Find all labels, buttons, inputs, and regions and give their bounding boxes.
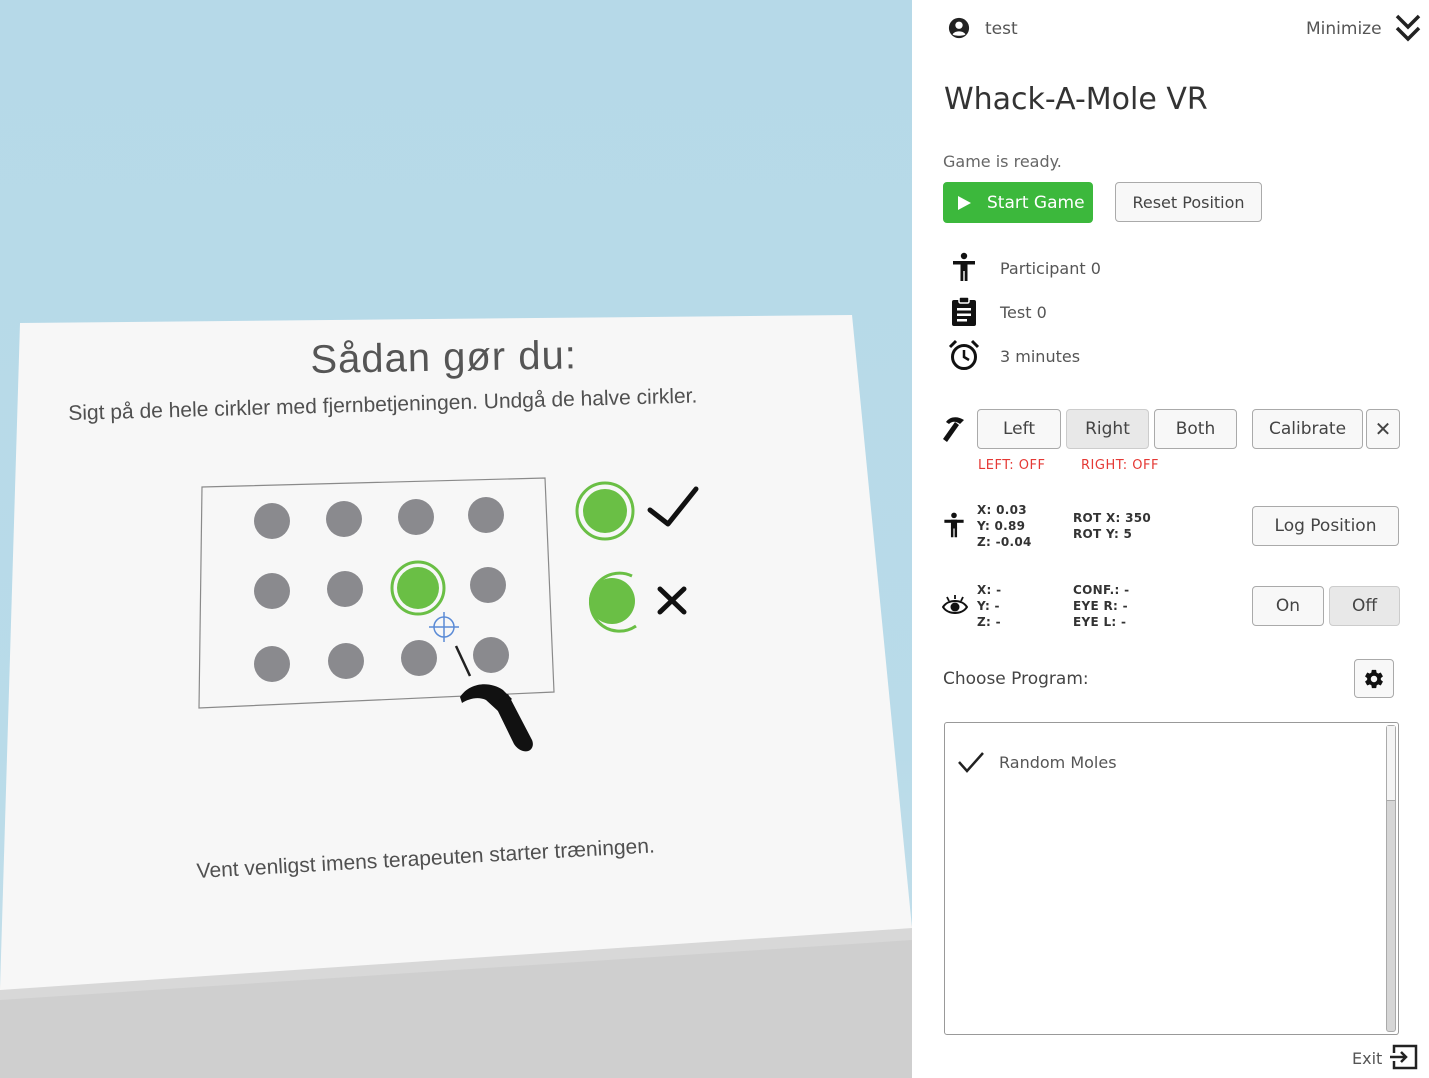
head-x: X: 0.03 — [977, 503, 1027, 517]
gray-mole — [470, 567, 506, 603]
gray-mole — [468, 497, 504, 533]
eye-x: X: - — [977, 583, 1002, 597]
eye-icon — [942, 595, 968, 614]
control-panel: test Minimize Whack-A-Mole VR Game is re… — [912, 0, 1429, 1078]
exit-icon[interactable] — [1388, 1044, 1418, 1070]
play-icon — [958, 195, 971, 210]
person-icon — [953, 252, 975, 281]
active-mole — [397, 567, 439, 609]
eye-confidence-values: CONF.: - EYE R: - EYE L: - — [1073, 582, 1129, 630]
hammer-icon — [943, 417, 964, 442]
eye-right: EYE R: - — [1073, 599, 1128, 613]
board-title: Sådan gør du: — [310, 333, 578, 382]
gray-mole — [401, 640, 437, 676]
app-title: Whack-A-Mole VR — [944, 82, 1208, 117]
head-rot-y: ROT Y: 5 — [1073, 527, 1133, 541]
duration-label: 3 minutes — [1000, 347, 1081, 366]
vr-scene-view: Sådan gør du: Sigt på de hele cirkler me… — [0, 0, 912, 1078]
calibrate-button[interactable]: Calibrate — [1252, 409, 1363, 449]
reset-position-button[interactable]: Reset Position — [1115, 182, 1262, 222]
eye-conf: CONF.: - — [1073, 583, 1130, 597]
gray-mole — [326, 501, 362, 537]
right-controller-status: RIGHT: OFF — [1081, 458, 1159, 473]
participant-label: Participant 0 — [1000, 259, 1101, 278]
program-item-label: Random Moles — [999, 752, 1117, 772]
account-circle-icon — [948, 17, 970, 39]
program-list-item[interactable]: Random Moles — [957, 747, 1377, 777]
close-icon[interactable]: ✕ — [1366, 409, 1400, 449]
exit-label[interactable]: Exit — [1352, 1049, 1382, 1068]
user-name: test — [985, 19, 1018, 39]
head-rot-x: ROT X: 350 — [1073, 511, 1152, 525]
log-position-button[interactable]: Log Position — [1252, 506, 1399, 546]
start-game-label: Start Game — [987, 192, 1085, 213]
person-position-icon — [944, 512, 964, 538]
head-rotation-values: ROT X: 350 ROT Y: 5 — [1073, 510, 1151, 542]
gray-mole — [327, 571, 363, 607]
controller-right-button[interactable]: Right — [1066, 409, 1149, 449]
eye-left: EYE L: - — [1073, 615, 1127, 629]
head-z: Z: -0.04 — [977, 535, 1032, 549]
instruction-board — [0, 315, 912, 990]
alarm-clock-icon — [948, 339, 980, 370]
check-icon — [958, 752, 984, 773]
program-list-scrollbar[interactable] — [1386, 725, 1396, 1032]
head-y: Y: 0.89 — [977, 519, 1026, 533]
gray-mole — [254, 646, 290, 682]
gray-mole — [254, 503, 290, 539]
test-label: Test 0 — [1000, 303, 1047, 322]
head-position-values: X: 0.03 Y: 0.89 Z: -0.04 — [977, 502, 1032, 550]
left-controller-status: LEFT: OFF — [978, 458, 1046, 473]
start-game-button[interactable]: Start Game — [943, 182, 1093, 223]
eye-position-values: X: - Y: - Z: - — [977, 582, 1001, 630]
eye-tracking-on-button[interactable]: On — [1252, 586, 1324, 626]
game-status: Game is ready. — [943, 152, 1062, 171]
gray-mole — [398, 499, 434, 535]
gear-icon — [1365, 669, 1383, 688]
minimize-label[interactable]: Minimize — [1306, 19, 1382, 39]
clipboard-icon — [952, 296, 976, 326]
program-settings-button[interactable] — [1354, 659, 1394, 698]
controller-both-button[interactable]: Both — [1154, 409, 1237, 449]
gray-mole — [328, 643, 364, 679]
eye-y: Y: - — [977, 599, 1000, 613]
legend-full-circle — [583, 489, 627, 533]
scrollbar-thumb[interactable] — [1387, 726, 1395, 801]
gray-mole — [473, 637, 509, 673]
legend-half-circle — [589, 578, 635, 624]
double-chevron-down-icon[interactable] — [1394, 12, 1422, 44]
eye-tracking-off-button[interactable]: Off — [1329, 586, 1400, 626]
choose-program-label: Choose Program: — [943, 669, 1089, 689]
gray-mole — [254, 573, 290, 609]
eye-z: Z: - — [977, 615, 1001, 629]
program-list[interactable]: Random Moles — [944, 722, 1399, 1035]
controller-left-button[interactable]: Left — [977, 409, 1061, 449]
